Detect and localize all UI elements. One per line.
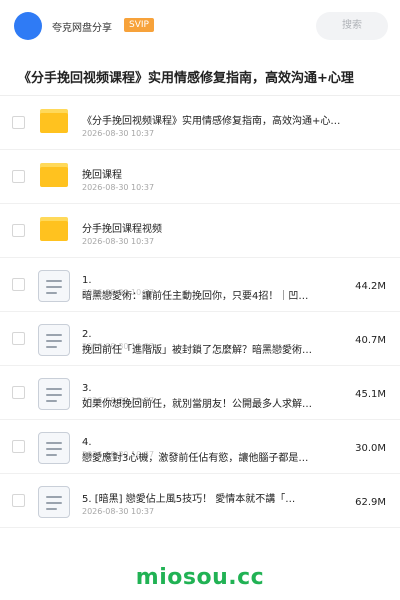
file-name: 1. 暗黑戀愛術：讓前任主動挽回你，只要4招！｜凹… (82, 273, 344, 305)
row-checkbox[interactable] (12, 440, 25, 453)
folder-icon (40, 163, 68, 187)
file-size: 40.7M (355, 335, 386, 346)
search-input[interactable]: 搜索 (316, 12, 388, 40)
row-checkbox[interactable] (12, 116, 25, 129)
file-name-line2: 挽回前任「進階版」被封鎖了怎麼解？暗黑戀愛術… (82, 345, 312, 356)
document-icon (38, 486, 70, 518)
row-checkbox[interactable] (12, 170, 25, 183)
file-name-line1: 3. (82, 383, 92, 394)
file-name: 2. 挽回前任「進階版」被封鎖了怎麼解？暗黑戀愛術… (82, 327, 344, 359)
file-row[interactable]: 《分手挽回视频课程》实用情感修复指南，高效沟通+心… 2026-08-30 10… (0, 96, 400, 150)
file-name-line1: 4. (82, 437, 92, 448)
file-row[interactable]: 5. [暗黑] 戀愛佔上風5技巧！ 愛情本就不講「… 2026-08-30 10… (0, 474, 400, 528)
file-row[interactable]: 挽回课程 2026-08-30 10:37 (0, 150, 400, 204)
share-title-bar: 《分手挽回视频课程》实用情感修复指南，高效沟通+心理 (0, 56, 400, 96)
app-name: 夸克网盘分享 (52, 23, 112, 34)
file-name-line1: 2. (82, 329, 92, 340)
row-checkbox[interactable] (12, 332, 25, 345)
file-name: 4. 戀愛應對3心機，激發前任佔有慾，讓他腦子都是… (82, 435, 344, 467)
header: 夸克网盘分享 SVIP 搜索 (0, 0, 400, 52)
svip-badge: SVIP (124, 18, 154, 32)
file-size: 62.9M (355, 497, 386, 508)
file-date: 2026-08-30 10:37 (82, 183, 155, 192)
document-icon (38, 270, 70, 302)
file-name: 《分手挽回视频课程》实用情感修复指南，高效沟通+心… (82, 116, 341, 127)
file-row[interactable]: 2026-08-30 10:37 1. 暗黑戀愛術：讓前任主動挽回你，只要4招！… (0, 258, 400, 312)
file-row[interactable]: 2026-08-30 10:37 2. 挽回前任「進階版」被封鎖了怎麼解？暗黑戀… (0, 312, 400, 366)
share-title: 《分手挽回视频课程》实用情感修复指南，高效沟通+心理 (18, 71, 354, 86)
file-name: 分手挽回课程视频 (82, 224, 162, 235)
file-size: 30.0M (355, 443, 386, 454)
row-checkbox[interactable] (12, 494, 25, 507)
file-name-line2: 如果你想挽回前任，就別當朋友！公開最多人求解… (82, 399, 312, 410)
document-icon (38, 324, 70, 356)
document-icon (38, 432, 70, 464)
folder-icon (40, 217, 68, 241)
file-row[interactable]: 分手挽回课程视频 2026-08-30 10:37 (0, 204, 400, 258)
row-checkbox[interactable] (12, 224, 25, 237)
file-name: 3. 如果你想挽回前任，就別當朋友！公開最多人求解… (82, 381, 344, 413)
file-list: 《分手挽回视频课程》实用情感修复指南，高效沟通+心… 2026-08-30 10… (0, 96, 400, 528)
document-icon (38, 378, 70, 410)
file-size: 44.2M (355, 281, 386, 292)
folder-icon (40, 109, 68, 133)
file-date: 2026-08-30 10:37 (82, 129, 155, 138)
row-checkbox[interactable] (12, 386, 25, 399)
avatar[interactable] (14, 12, 42, 40)
file-name: 挽回课程 (82, 170, 122, 181)
file-date: 2026-08-30 10:37 (82, 237, 155, 246)
file-name-line2: 戀愛應對3心機，激發前任佔有慾，讓他腦子都是… (82, 453, 309, 464)
file-row[interactable]: 2026-08-30 10:37 4. 戀愛應對3心機，激發前任佔有慾，讓他腦子… (0, 420, 400, 474)
file-name-line1: 1. (82, 275, 92, 286)
file-row[interactable]: 2026-08-30 10:37 3. 如果你想挽回前任，就別當朋友！公開最多人… (0, 366, 400, 420)
file-name-line2: 暗黑戀愛術：讓前任主動挽回你，只要4招！｜凹… (82, 291, 309, 302)
footer: miosou.cc (0, 556, 400, 600)
row-checkbox[interactable] (12, 278, 25, 291)
file-date: 2026-08-30 10:37 (82, 507, 155, 516)
file-size: 45.1M (355, 389, 386, 400)
file-name: 5. [暗黑] 戀愛佔上風5技巧！ 愛情本就不講「… (82, 494, 296, 505)
site-watermark: miosou.cc (135, 565, 265, 590)
